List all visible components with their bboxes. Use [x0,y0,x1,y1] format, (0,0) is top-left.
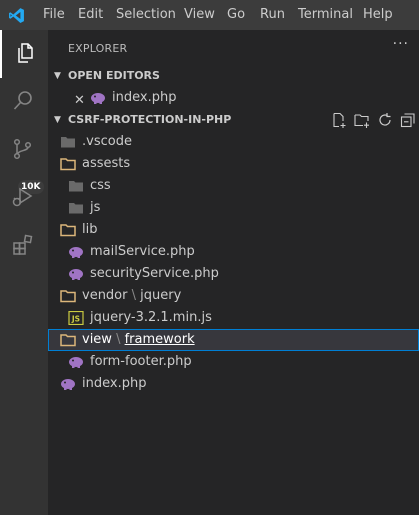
php-file-icon [69,269,83,280]
folder-icon [61,137,75,148]
search-icon [13,91,32,110]
run-debug-activity-button[interactable] [0,174,48,222]
tree-item-label: .vscode [82,134,132,149]
folder-open-icon [60,224,76,237]
tree-item-folder[interactable]: assests [48,153,419,175]
php-file-icon [61,379,75,390]
open-editor-label: index.php [112,90,177,105]
more-actions-button[interactable]: ··· [393,36,409,52]
php-file-icon [91,93,105,104]
menu-go[interactable]: Go [227,0,245,30]
folder-open-icon [60,290,76,303]
tree-item-label: assests [82,156,131,171]
tree-item-label: css [90,178,111,193]
extensions-activity-button[interactable] [0,222,48,270]
path-separator: \ [131,288,137,303]
php-file-icon [69,247,83,258]
tree-item-folder[interactable]: lib [48,219,419,241]
tree-item-label: js [90,200,101,215]
tree-item-label: mailService.php [90,244,195,259]
chevron-down-icon: ▼ [54,71,61,81]
menu-edit[interactable]: Edit [78,0,103,30]
new-folder-icon[interactable] [354,112,370,128]
explorer-activity-button[interactable] [0,30,48,78]
open-editors-label: OPEN EDITORS [68,69,160,82]
tree-item-file[interactable]: index.php [48,373,419,395]
menu-terminal[interactable]: Terminal [298,0,353,30]
tree-item-label: lib [82,222,98,237]
php-file-icon [69,357,83,368]
tree-item-label: jquery-3.2.1.min.js [90,310,212,325]
new-file-icon[interactable] [331,112,347,128]
explorer-title: EXPLORER [68,42,128,55]
tree-item-label: securityService.php [90,266,219,281]
vscode-logo-icon [9,8,24,23]
tree-item-folder-selected[interactable]: view \ framework [48,329,419,351]
search-activity-button[interactable] [0,78,48,126]
tree-item-file[interactable]: JS jquery-3.2.1.min.js [48,307,419,329]
activity-bar: 10K [0,30,48,515]
folder-icon [69,203,83,214]
files-icon [18,43,33,63]
folder-icon [69,181,83,192]
tree-item-folder[interactable]: vendor \ jquery [48,285,419,307]
folder-name: view [82,332,112,347]
open-editors-section[interactable]: ▼ OPEN EDITORS [48,65,419,87]
collapse-all-icon[interactable] [400,112,416,128]
tree-item-label: index.php [82,376,147,391]
subfolder-name: framework [124,332,195,347]
tree-item-file[interactable]: mailService.php [48,241,419,263]
menu-help[interactable]: Help [363,0,393,30]
tree-item-file[interactable]: securityService.php [48,263,419,285]
folder-open-icon [60,334,76,347]
menu-view[interactable]: View [184,0,215,30]
menu-file[interactable]: File [43,0,65,30]
source-control-icon [13,138,32,160]
open-editor-item[interactable]: ✕ index.php [48,87,419,109]
tree-item-folder[interactable]: .vscode [48,131,419,153]
menu-run[interactable]: Run [260,0,285,30]
path-separator: \ [111,332,125,347]
refresh-icon[interactable] [377,112,393,128]
folder-name: vendor [82,288,128,303]
tree-item-file[interactable]: form-footer.php [48,351,419,373]
subfolder-name: jquery [140,288,182,303]
source-control-activity-button[interactable] [0,126,48,174]
tree-item-label: view \ framework [82,329,195,351]
title-bar: File Edit Selection View Go Run Terminal… [0,0,419,30]
js-file-icon: JS [68,311,84,325]
tree-item-label: form-footer.php [90,354,192,369]
extensions-icon [13,234,33,255]
project-label: CSRF-PROTECTION-IN-PHP [68,113,232,126]
run-debug-icon [12,187,33,207]
tree-item-folder[interactable]: js [48,197,419,219]
folder-open-icon [60,158,76,171]
menu-selection[interactable]: Selection [116,0,176,30]
explorer-sidebar: EXPLORER ··· ▼ OPEN EDITORS ✕ index.php … [48,30,419,515]
svg-text:JS: JS [71,315,80,324]
tree-item-folder[interactable]: css [48,175,419,197]
close-icon[interactable]: ✕ [74,90,86,108]
chevron-down-icon: ▼ [54,115,61,125]
tree-item-label: vendor \ jquery [82,285,181,307]
